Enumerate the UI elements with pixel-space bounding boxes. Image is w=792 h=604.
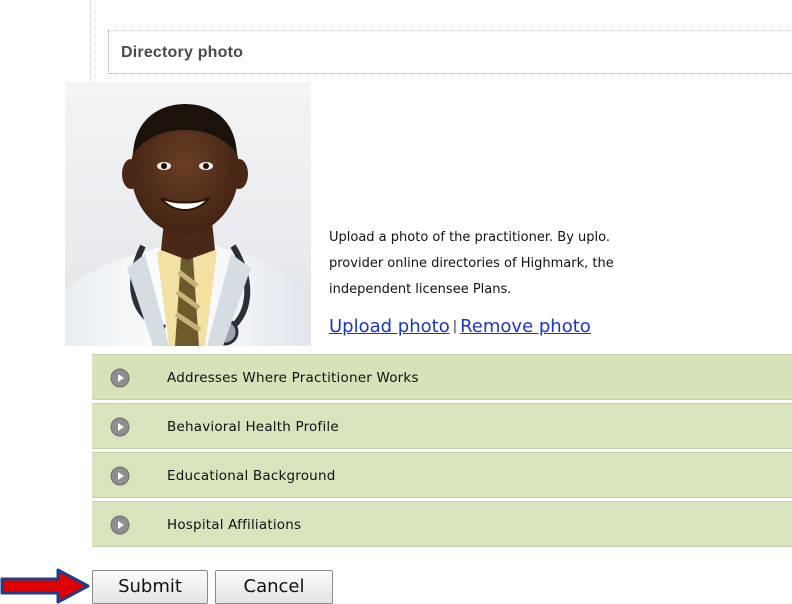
- red-arrow-icon: [0, 568, 90, 604]
- profile-sections-accordion: Addresses Where Practitioner Works Behav…: [92, 354, 792, 550]
- section-title: Directory photo: [121, 44, 244, 61]
- accordion-item-educational-background[interactable]: Educational Background: [92, 452, 792, 498]
- directory-photo-header: Directory photo: [108, 30, 792, 74]
- photo-description-line-2: provider online directories of Highmark,…: [329, 256, 614, 271]
- practitioner-photo-image: [65, 82, 311, 346]
- upload-photo-link[interactable]: Upload photo: [329, 316, 450, 337]
- submit-button[interactable]: Submit: [92, 570, 208, 604]
- remove-photo-link[interactable]: Remove photo: [460, 316, 591, 337]
- left-border-rule: [90, 0, 92, 84]
- accordion-item-label: Addresses Where Practitioner Works: [167, 370, 419, 386]
- play-circle-icon: [110, 368, 130, 388]
- page: Directory photo Upload a photo of the pr…: [0, 0, 792, 604]
- play-circle-icon: [110, 417, 130, 437]
- photo-description-line-1: Upload a photo of the practitioner. By u…: [329, 230, 610, 245]
- accordion-item-behavioral-health[interactable]: Behavioral Health Profile: [92, 403, 792, 449]
- accordion-item-label: Educational Background: [167, 468, 336, 484]
- accordion-item-label: Behavioral Health Profile: [167, 419, 339, 435]
- photo-links: Upload photo | Remove photo: [329, 316, 591, 337]
- cancel-button[interactable]: Cancel: [215, 570, 333, 604]
- accordion-item-addresses[interactable]: Addresses Where Practitioner Works: [92, 354, 792, 400]
- form-actions: Submit Cancel: [0, 566, 792, 604]
- play-circle-icon: [110, 515, 130, 535]
- practitioner-photo: [65, 82, 311, 346]
- accordion-item-hospital-affiliations[interactable]: Hospital Affiliations: [92, 501, 792, 547]
- accordion-item-label: Hospital Affiliations: [167, 517, 302, 533]
- link-separator: |: [452, 319, 458, 334]
- photo-description: Upload a photo of the practitioner. By u…: [329, 225, 792, 303]
- play-circle-icon: [110, 466, 130, 486]
- photo-description-line-3: independent licensee Plans.: [329, 282, 512, 297]
- photo-panel: Upload a photo of the practitioner. By u…: [311, 82, 792, 346]
